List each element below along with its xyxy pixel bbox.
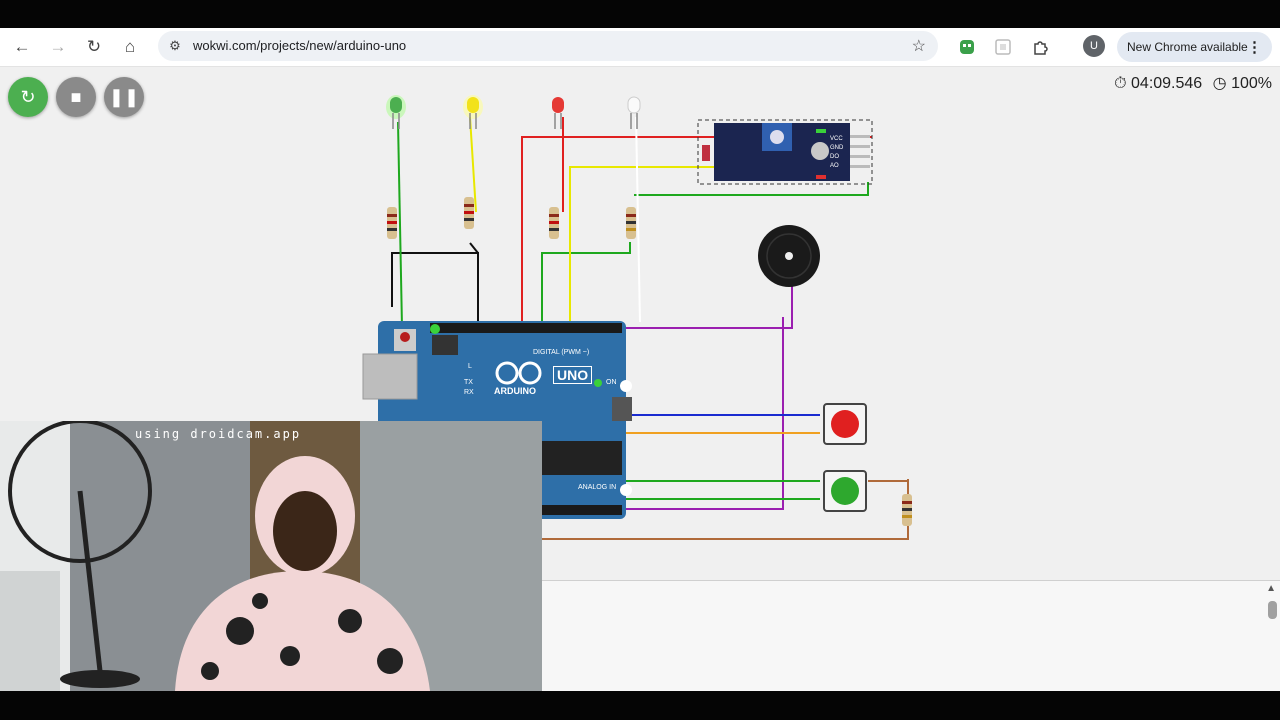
home-button[interactable]: ⌂ — [116, 33, 144, 61]
video-bottom-bar — [0, 691, 1280, 720]
sensor-pin-label: VCC — [830, 136, 843, 142]
profile-avatar[interactable]: U — [1083, 35, 1105, 57]
wire-white — [635, 116, 641, 323]
arrow-right-icon: → — [49, 37, 67, 56]
resistor[interactable] — [549, 207, 559, 239]
chrome-update-label: New Chrome available — [1127, 40, 1248, 54]
url-text[interactable]: wokwi.com/projects/new/arduino-uno — [193, 38, 406, 53]
l-led-label: L — [468, 363, 472, 370]
site-settings-icon[interactable]: ⚙ — [166, 37, 184, 55]
resistor[interactable] — [626, 207, 636, 239]
rx-label: RX — [464, 389, 474, 396]
sensor-pin-label: GND — [830, 145, 844, 151]
wire-black — [469, 242, 479, 254]
scroll-up-arrow-icon[interactable]: ▲ — [1266, 583, 1276, 594]
reload-icon: ↻ — [86, 37, 102, 56]
sensor-module[interactable] — [697, 119, 873, 185]
sensor-pin-label: DO — [830, 154, 839, 160]
chrome-update-button[interactable]: New Chrome available ⋮ — [1117, 32, 1272, 62]
webcam-overlay: using droidcam.app — [0, 421, 542, 691]
wire-black — [391, 252, 479, 329]
resistor[interactable] — [902, 494, 912, 526]
back-button[interactable]: ← — [8, 33, 36, 61]
wire-purple — [620, 285, 793, 329]
resistor[interactable] — [464, 197, 474, 229]
push-button-red[interactable] — [823, 403, 867, 445]
webcam-watermark: using droidcam.app — [135, 427, 302, 441]
video-top-bar — [0, 0, 1280, 28]
sensor-pin-label: AO — [830, 163, 839, 169]
arduino-model-label: UNO — [553, 366, 593, 384]
home-icon: ⌂ — [124, 37, 136, 56]
address-bar[interactable]: ⚙ wokwi.com/projects/new/arduino-uno ☆ — [158, 31, 938, 61]
push-button-green[interactable] — [823, 470, 867, 512]
serial-monitor-panel[interactable]: ▲ — [542, 580, 1280, 692]
led-white[interactable] — [627, 96, 641, 129]
resistor[interactable] — [387, 207, 397, 239]
extensions-puzzle-icon[interactable] — [1029, 36, 1051, 58]
kebab-menu-icon[interactable]: ⋮ — [1247, 38, 1262, 56]
extension-gray-icon[interactable] — [992, 36, 1014, 58]
arduino-brand-label: ARDUINO — [494, 386, 536, 396]
webcam-video-frame — [0, 421, 542, 691]
buzzer[interactable] — [758, 225, 820, 287]
digital-pins-label: DIGITAL (PWM ~) — [533, 349, 590, 356]
led-green[interactable] — [386, 95, 406, 129]
browser-toolbar: ← → ↻ ⌂ ⚙ wokwi.com/projects/new/arduino… — [0, 28, 1280, 67]
tx-label: TX — [464, 379, 473, 386]
arrow-left-icon: ← — [13, 37, 31, 56]
led-yellow[interactable] — [463, 95, 483, 129]
wire-green — [397, 121, 403, 328]
analog-pins-label: ANALOG IN — [578, 484, 617, 491]
star-icon[interactable]: ☆ — [912, 36, 926, 56]
reload-button[interactable]: ↻ — [80, 33, 108, 61]
power-on-label: ON — [606, 379, 617, 386]
extension-green-icon[interactable] — [956, 36, 978, 58]
scrollbar-thumb[interactable] — [1268, 601, 1277, 619]
forward-button[interactable]: → — [44, 33, 72, 61]
